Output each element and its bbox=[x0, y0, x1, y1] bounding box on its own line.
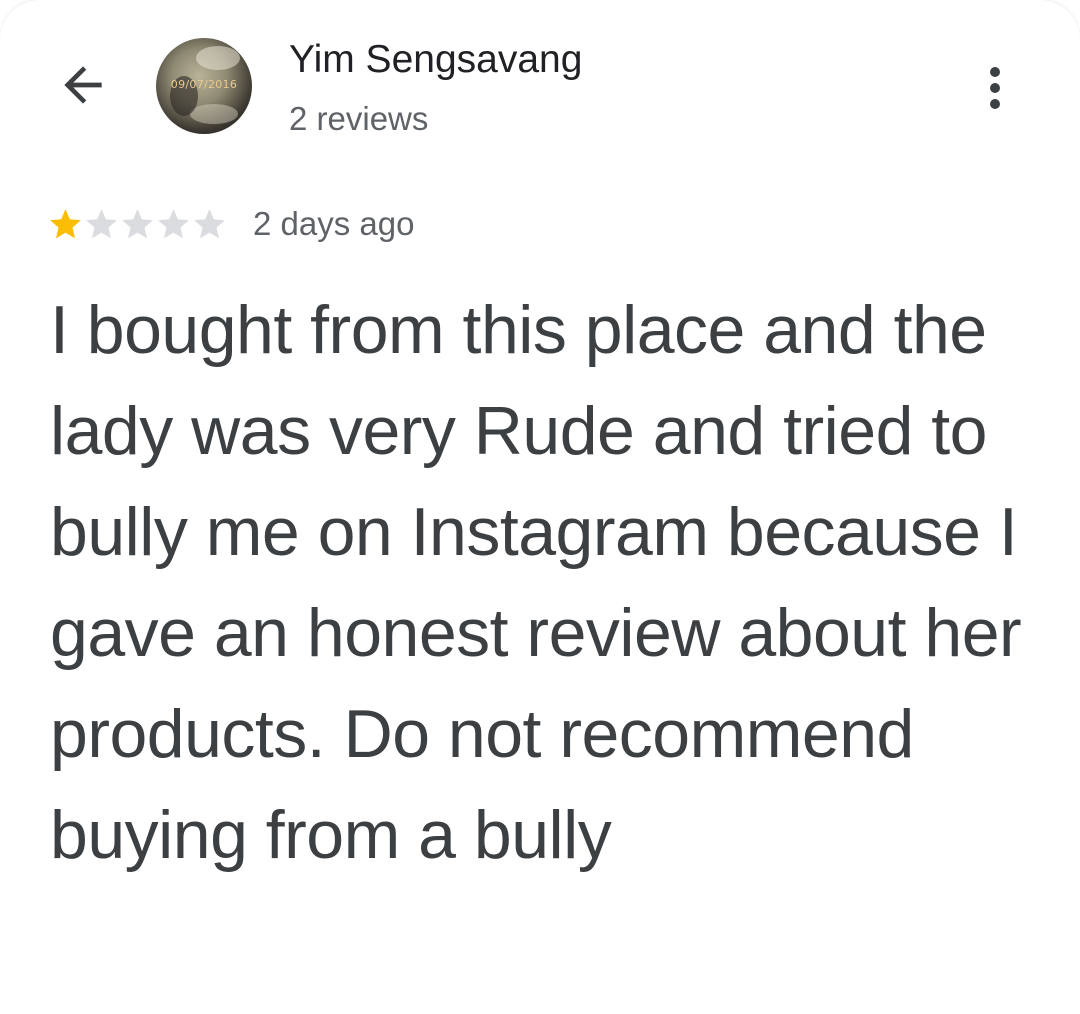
review-rating: 2 days ago bbox=[47, 205, 414, 243]
avatar-date-stamp: 09/07/2016 bbox=[170, 78, 238, 91]
more-options-button[interactable] bbox=[972, 58, 1018, 118]
star-rating bbox=[47, 206, 227, 243]
star-empty-icon bbox=[122, 208, 153, 238]
star-empty-icon bbox=[86, 208, 117, 238]
author-name[interactable]: Yim Sengsavang bbox=[289, 38, 582, 82]
author-review-count: 2 reviews bbox=[289, 100, 429, 137]
review-text: I bought from this place and the lady wa… bbox=[50, 292, 1022, 873]
more-vert-icon bbox=[990, 67, 1000, 109]
avatar[interactable]: 09/07/2016 bbox=[156, 38, 252, 134]
star-filled-icon bbox=[50, 208, 81, 238]
arrow-back-icon bbox=[64, 66, 102, 104]
star-empty-icon bbox=[194, 208, 225, 238]
review-date: 2 days ago bbox=[253, 205, 415, 242]
review-card: 09/07/2016 Yim Sengsavang 2 reviews 2 da… bbox=[0, 0, 1080, 1014]
back-button[interactable] bbox=[50, 55, 116, 115]
star-empty-icon bbox=[158, 208, 189, 238]
